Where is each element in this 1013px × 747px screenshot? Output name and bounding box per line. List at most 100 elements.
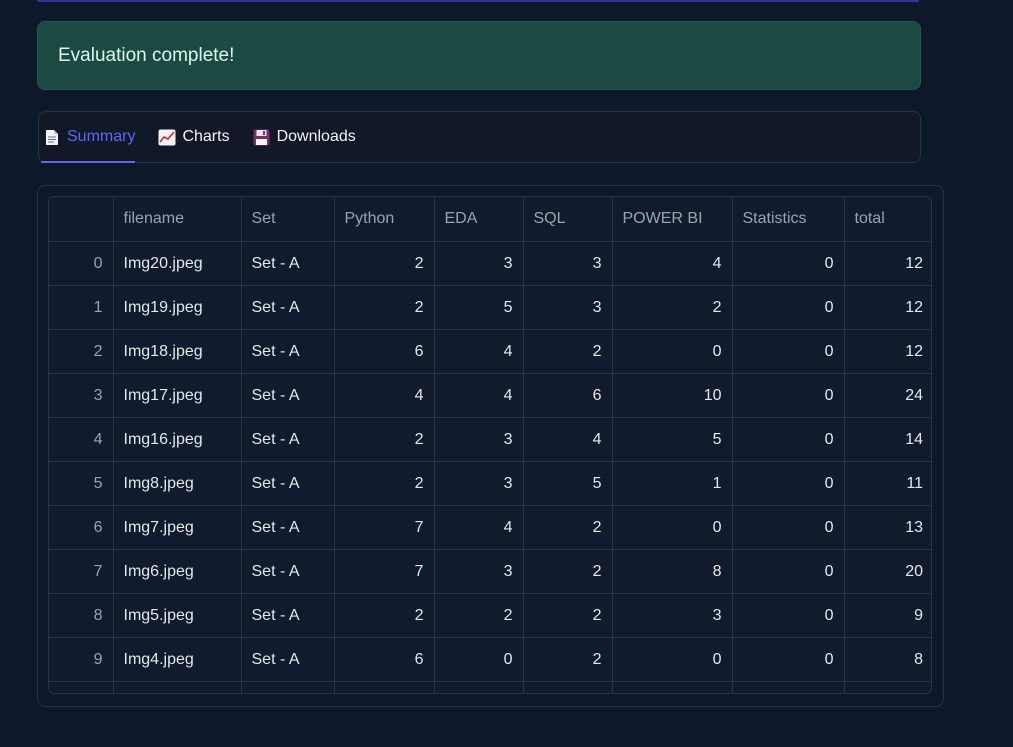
table-cell[interactable]: 4 [612,241,733,286]
table-cell[interactable] [844,682,931,694]
row-index[interactable]: 0 [49,241,114,286]
table-cell[interactable]: 13 [844,505,931,550]
tab-summary[interactable]: Summary [40,112,136,163]
table-cell[interactable] [523,681,613,693]
table-cell[interactable]: 9 [844,593,931,638]
table-cell[interactable] [334,681,435,693]
row-index[interactable]: 2 [49,329,114,374]
table-cell[interactable]: 0 [732,241,845,286]
table-cell[interactable] [732,681,845,693]
table-cell[interactable]: 6 [334,329,435,374]
row-index[interactable]: 5 [49,461,114,506]
table-cell[interactable] [612,681,733,693]
table-cell[interactable]: 2 [523,549,613,594]
table-cell[interactable]: 8 [844,637,931,682]
table-cell[interactable]: Img17.jpeg [113,373,242,418]
table-cell[interactable]: 3 [523,285,613,330]
table-cell[interactable]: 2 [523,505,613,550]
row-index[interactable]: 8 [49,593,114,638]
table-cell[interactable]: 12 [844,241,931,286]
table-cell[interactable]: 3 [434,549,524,594]
table-cell[interactable]: 11 [844,461,931,506]
table-cell[interactable]: Set - A [241,505,335,550]
table-cell[interactable]: Set - A [241,549,335,594]
table-cell[interactable]: 5 [434,285,524,330]
table-cell[interactable]: 0 [732,417,845,462]
table-cell[interactable]: 12 [844,285,931,330]
table-cell[interactable]: 2 [523,637,613,682]
table-cell[interactable]: 0 [732,373,845,418]
table-cell[interactable]: 3 [434,417,524,462]
table-cell[interactable]: Img19.jpeg [113,285,242,330]
table-cell[interactable]: Img16.jpeg [113,417,242,462]
table-cell[interactable]: 0 [732,593,845,638]
column-header[interactable]: Set [241,197,335,242]
table-cell[interactable]: Set - A [241,373,335,418]
column-header[interactable]: POWER BI [612,197,733,242]
table-cell[interactable]: 2 [523,329,613,374]
table-cell[interactable]: Set - A [241,241,335,286]
table-cell[interactable]: 0 [434,637,524,682]
table-cell[interactable]: Set - A [241,285,335,330]
row-index[interactable]: 4 [49,417,114,462]
table-cell[interactable]: 5 [523,461,613,506]
table-cell[interactable]: 0 [732,329,845,374]
table-cell[interactable]: 2 [334,593,435,638]
results-table[interactable]: filename Set Python EDA SQL POWER BI Sta… [48,196,932,694]
table-cell[interactable]: Set - A [241,329,335,374]
table-cell[interactable]: 3 [523,241,613,286]
column-header[interactable]: total [844,197,931,242]
table-cell[interactable]: Img18.jpeg [113,329,242,374]
table-cell[interactable]: 6 [523,373,613,418]
table-cell[interactable] [113,681,242,693]
table-cell[interactable] [434,681,524,693]
table-cell[interactable]: 12 [844,329,931,374]
table-cell[interactable]: 4 [434,373,524,418]
table-cell[interactable]: 3 [434,461,524,506]
table-cell[interactable]: 4 [523,417,613,462]
table-cell[interactable]: 0 [612,505,733,550]
table-cell[interactable]: 14 [844,417,931,462]
table-cell[interactable]: Img8.jpeg [113,461,242,506]
row-index[interactable]: 6 [49,505,114,550]
table-cell[interactable]: Img4.jpeg [113,637,242,682]
table-cell[interactable]: 10 [612,373,733,418]
table-cell[interactable]: 2 [434,593,524,638]
row-index[interactable]: 9 [49,637,114,682]
table-cell[interactable]: 7 [334,505,435,550]
column-header[interactable]: SQL [523,197,613,242]
tab-downloads[interactable]: Downloads [253,112,356,162]
row-index[interactable]: 3 [49,373,114,418]
column-header[interactable] [49,197,114,242]
table-cell[interactable]: 3 [434,241,524,286]
table-cell[interactable]: 4 [334,373,435,418]
table-cell[interactable]: Set - A [241,461,335,506]
row-index[interactable]: 7 [49,549,114,594]
column-header[interactable]: filename [113,197,242,242]
table-cell[interactable]: 0 [732,549,845,594]
table-cell[interactable]: 2 [523,593,613,638]
table-cell[interactable]: 4 [434,505,524,550]
table-cell[interactable]: 5 [612,417,733,462]
table-cell[interactable] [49,681,114,693]
table-cell[interactable]: 24 [844,373,931,418]
table-cell[interactable]: 1 [612,461,733,506]
table-cell[interactable]: 2 [612,285,733,330]
column-header[interactable]: Statistics [732,197,845,242]
table-cell[interactable]: 2 [334,241,435,286]
table-cell[interactable]: 2 [334,461,435,506]
table-cell[interactable]: 8 [612,549,733,594]
column-header[interactable]: EDA [434,197,524,242]
table-cell[interactable]: 7 [334,549,435,594]
table-cell[interactable]: 0 [732,637,845,682]
row-index[interactable]: 1 [49,285,114,330]
column-header[interactable]: Python [334,197,435,242]
table-cell[interactable]: Set - A [241,417,335,462]
table-cell[interactable]: Img6.jpeg [113,549,242,594]
table-cell[interactable]: Img5.jpeg [113,593,242,638]
table-cell[interactable]: 20 [844,549,931,594]
table-cell[interactable]: 2 [334,285,435,330]
table-cell[interactable] [241,681,335,693]
table-cell[interactable]: Set - A [241,593,335,638]
table-cell[interactable]: 0 [612,329,733,374]
